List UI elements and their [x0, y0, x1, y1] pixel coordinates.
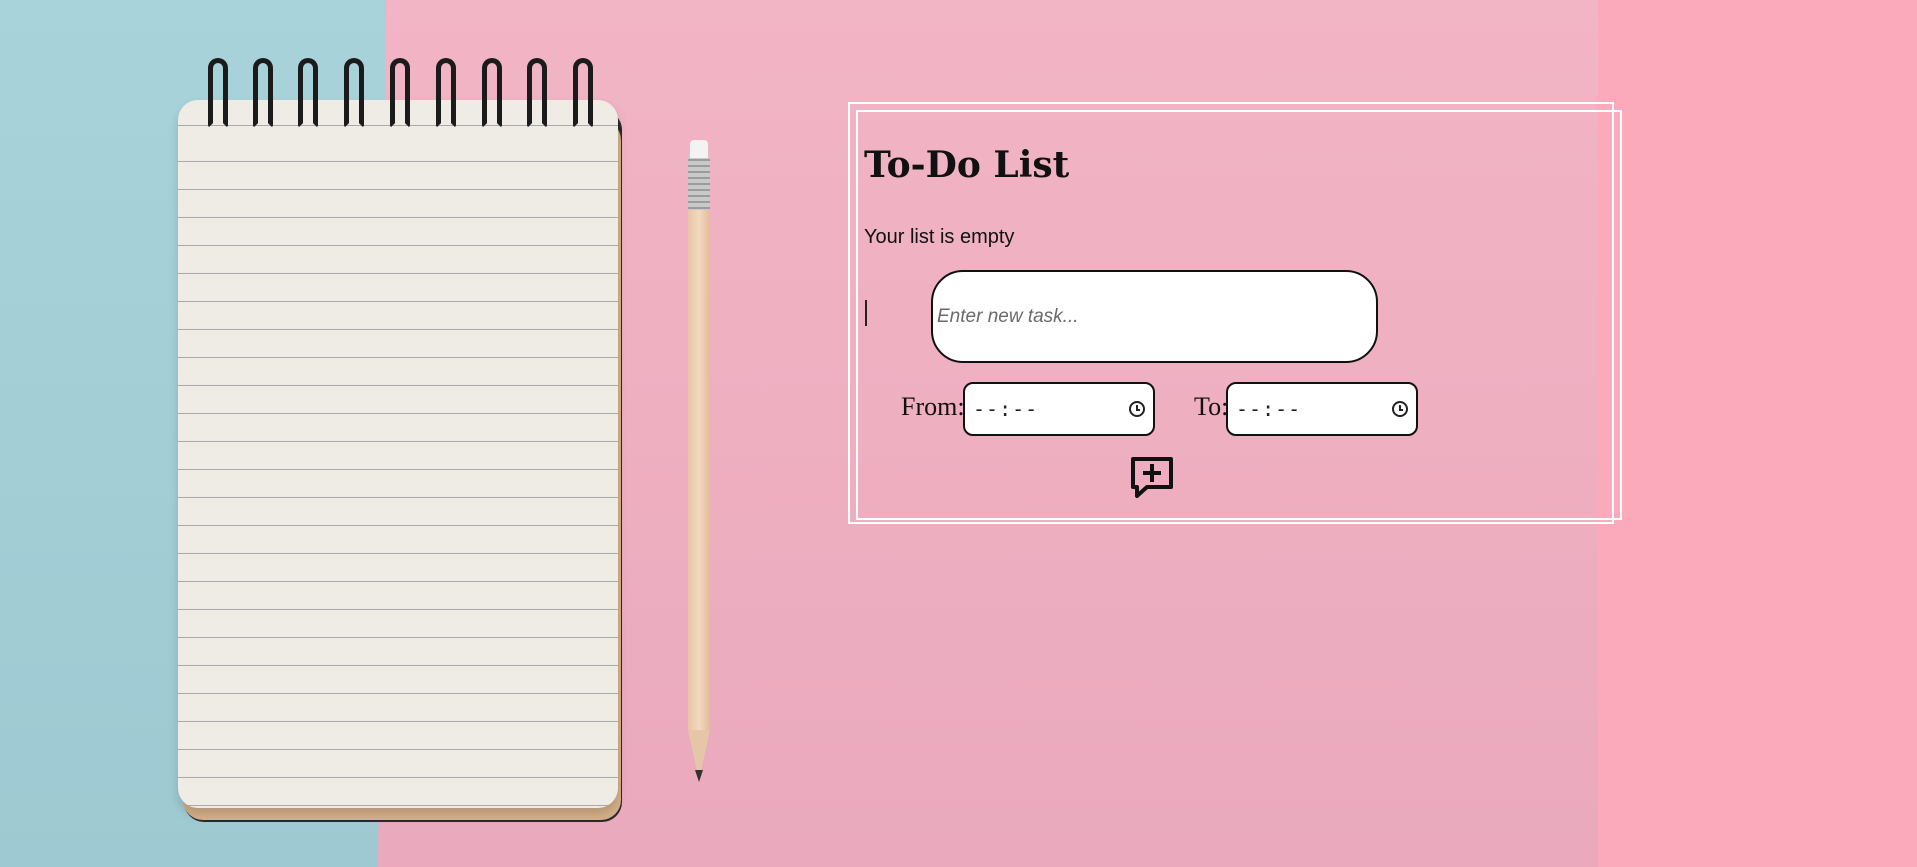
pencil-lead: [695, 770, 703, 782]
text-caret: [865, 300, 867, 326]
from-time-input[interactable]: --:--: [963, 382, 1155, 436]
notepad-ring: [482, 58, 502, 128]
notepad-ring: [573, 58, 593, 128]
notepad-ring: [298, 58, 318, 128]
pencil-body: [688, 170, 710, 730]
notepad-ring: [208, 58, 228, 128]
pencil-eraser: [690, 140, 708, 158]
notepad-ring: [527, 58, 547, 128]
from-time-value: --:--: [973, 397, 1039, 421]
pencil-ferrule: [688, 155, 710, 210]
add-task-button[interactable]: [1128, 456, 1176, 502]
clock-icon[interactable]: [1392, 401, 1408, 417]
empty-list-message: Your list is empty: [864, 226, 1015, 248]
to-time-value: --:--: [1236, 397, 1302, 421]
chat-plus-icon: [1131, 457, 1173, 498]
notepad-ring: [253, 58, 273, 128]
page-title: To-Do List: [864, 144, 1070, 186]
to-label: To:: [1194, 392, 1229, 421]
notepad-ring: [436, 58, 456, 128]
notepad-ring: [344, 58, 364, 128]
to-time-input[interactable]: --:--: [1226, 382, 1418, 436]
notepad-ring: [390, 58, 410, 128]
new-task-input[interactable]: [931, 270, 1378, 363]
background-pink-right-band: [1598, 0, 1917, 867]
from-label: From:: [901, 392, 965, 421]
notepad-page: [178, 100, 618, 808]
clock-icon[interactable]: [1129, 401, 1145, 417]
